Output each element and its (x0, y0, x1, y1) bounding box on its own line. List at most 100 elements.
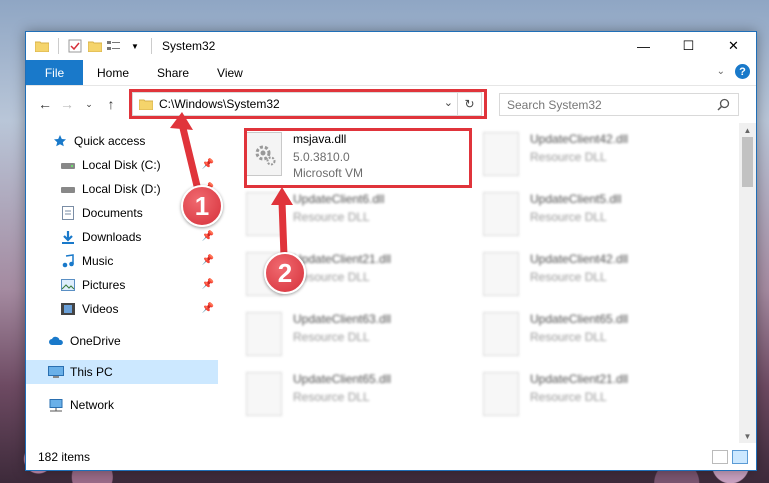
item-count: 182 items (38, 450, 91, 464)
music-icon (60, 253, 76, 269)
pin-icon: 📌 (201, 255, 214, 266)
sidebar-item-videos[interactable]: Videos 📌 (26, 297, 218, 321)
file-name: UpdateClient5.dll (530, 192, 622, 206)
sidebar-item-label: Downloads (82, 230, 142, 244)
sidebar-item-label: Pictures (82, 278, 126, 292)
quick-access-toolbar: ▼ (26, 38, 156, 54)
sidebar-item-label: Local Disk (C:) (82, 158, 161, 172)
navigation-pane: Quick access Local Disk (C:) 📌 Local Dis… (26, 123, 218, 443)
file-description: Resource DLL (293, 210, 370, 224)
toolbar-divider (151, 38, 152, 54)
scroll-up-icon[interactable]: ▲ (739, 123, 756, 137)
maximize-button[interactable]: ☐ (666, 32, 711, 60)
tab-view[interactable]: View (203, 60, 257, 85)
up-arrow-icon[interactable]: ↑ (100, 96, 122, 112)
computer-icon (48, 364, 64, 380)
sidebar-item-label: Music (82, 254, 114, 268)
scroll-down-icon[interactable]: ▼ (739, 429, 756, 443)
star-icon (52, 133, 68, 149)
sidebar-item-onedrive[interactable]: OneDrive (26, 329, 218, 353)
tab-file[interactable]: File (26, 60, 83, 85)
file-tile[interactable]: UpdateClient63.dll Resource DLL (236, 306, 456, 364)
dll-file-icon (483, 192, 519, 236)
folder-icon (34, 38, 50, 54)
sidebar-item-label: Local Disk (D:) (82, 182, 161, 196)
file-tile[interactable]: UpdateClient42.dll Resource DLL (473, 246, 693, 304)
new-folder-icon[interactable] (87, 38, 103, 54)
pin-icon: 📌 (201, 279, 214, 290)
videos-icon (60, 301, 76, 317)
properties-icon[interactable] (67, 38, 83, 54)
cloud-icon (48, 333, 64, 349)
minimize-button[interactable]: — (621, 32, 666, 60)
vertical-scrollbar[interactable]: ▲ ▼ (739, 123, 756, 443)
file-highlight-box (244, 128, 472, 188)
sidebar-item-music[interactable]: Music 📌 (26, 249, 218, 273)
file-tile[interactable]: UpdateClient65.dll Resource DLL (473, 306, 693, 364)
sidebar-item-local-disk-c[interactable]: Local Disk (C:) 📌 (26, 153, 218, 177)
sidebar-item-network[interactable]: Network (26, 393, 218, 417)
pin-icon: 📌 (201, 231, 214, 242)
explorer-window: ▼ System32 — ☐ ✕ File Home Share View ⌄ … (25, 31, 757, 471)
file-name: UpdateClient21.dll (293, 252, 392, 266)
file-tile[interactable]: UpdateClient6.dll Resource DLL (236, 186, 456, 244)
file-tile[interactable]: UpdateClient65.dll Resource DLL (236, 366, 456, 424)
callout-badge-2: 2 (264, 252, 306, 294)
search-input[interactable]: Search System32 (499, 93, 739, 116)
view-options-icon[interactable] (107, 38, 123, 54)
callout-badge-1: 1 (181, 185, 223, 227)
documents-icon (60, 205, 76, 221)
file-name: UpdateClient42.dll (530, 132, 629, 146)
search-placeholder: Search System32 (507, 97, 602, 112)
sidebar-item-pictures[interactable]: Pictures 📌 (26, 273, 218, 297)
dll-file-icon (246, 192, 282, 236)
sidebar-item-label: Network (70, 398, 115, 412)
dll-file-icon (483, 132, 519, 176)
file-tile[interactable]: UpdateClient21.dll Resource DLL (473, 366, 693, 424)
back-arrow-icon[interactable]: ← (34, 96, 56, 112)
dll-file-icon (483, 252, 519, 296)
window-controls: — ☐ ✕ (621, 32, 756, 60)
view-toggle (712, 450, 748, 464)
expand-ribbon-icon[interactable]: ⌄ (717, 66, 725, 77)
tab-home[interactable]: Home (83, 60, 143, 85)
sidebar-item-label: Videos (82, 302, 119, 316)
close-button[interactable]: ✕ (711, 32, 756, 60)
tiles-view-icon[interactable] (732, 450, 748, 464)
sidebar-item-this-pc[interactable]: This PC (26, 360, 218, 384)
sidebar-item-label: Documents (82, 206, 143, 220)
file-description: Resource DLL (293, 330, 370, 344)
ribbon-right: ⌄ ? (717, 64, 750, 79)
ribbon: File Home Share View ⌄ ? (26, 60, 756, 86)
forward-arrow-icon[interactable]: → (56, 96, 78, 112)
customize-toolbar-icon[interactable]: ▼ (127, 38, 143, 54)
details-view-icon[interactable] (712, 450, 728, 464)
file-description: Resource DLL (293, 390, 370, 404)
file-name: UpdateClient65.dll (293, 372, 392, 386)
file-tile[interactable]: UpdateClient5.dll Resource DLL (473, 186, 693, 244)
file-description: Resource DLL (530, 210, 607, 224)
navigation-bar: ← → ⌄ ↑ C:\Windows\System32 ⌄ ↻ Search S… (26, 86, 756, 122)
file-description: Resource DLL (530, 270, 607, 284)
drive-icon (60, 157, 76, 173)
sidebar-item-downloads[interactable]: Downloads 📌 (26, 225, 218, 249)
file-name: UpdateClient42.dll (530, 252, 629, 266)
file-name: UpdateClient63.dll (293, 312, 392, 326)
status-bar: 182 items (26, 444, 756, 470)
search-icon (717, 98, 730, 111)
sidebar-item-quick-access[interactable]: Quick access (26, 129, 218, 153)
downloads-icon (60, 229, 76, 245)
file-description: Resource DLL (530, 390, 607, 404)
address-highlight-box (129, 89, 487, 119)
file-name: UpdateClient21.dll (530, 372, 629, 386)
file-tile[interactable]: UpdateClient42.dll Resource DLL (473, 126, 693, 184)
sidebar-item-label: This PC (70, 365, 113, 379)
sidebar-item-label: OneDrive (70, 334, 121, 348)
dll-file-icon (246, 372, 282, 416)
help-icon[interactable]: ? (735, 64, 750, 79)
tab-share[interactable]: Share (143, 60, 203, 85)
network-icon (48, 397, 64, 413)
scroll-thumb[interactable] (742, 137, 753, 187)
recent-locations-icon[interactable]: ⌄ (78, 99, 100, 110)
file-description: Resource DLL (530, 150, 607, 164)
